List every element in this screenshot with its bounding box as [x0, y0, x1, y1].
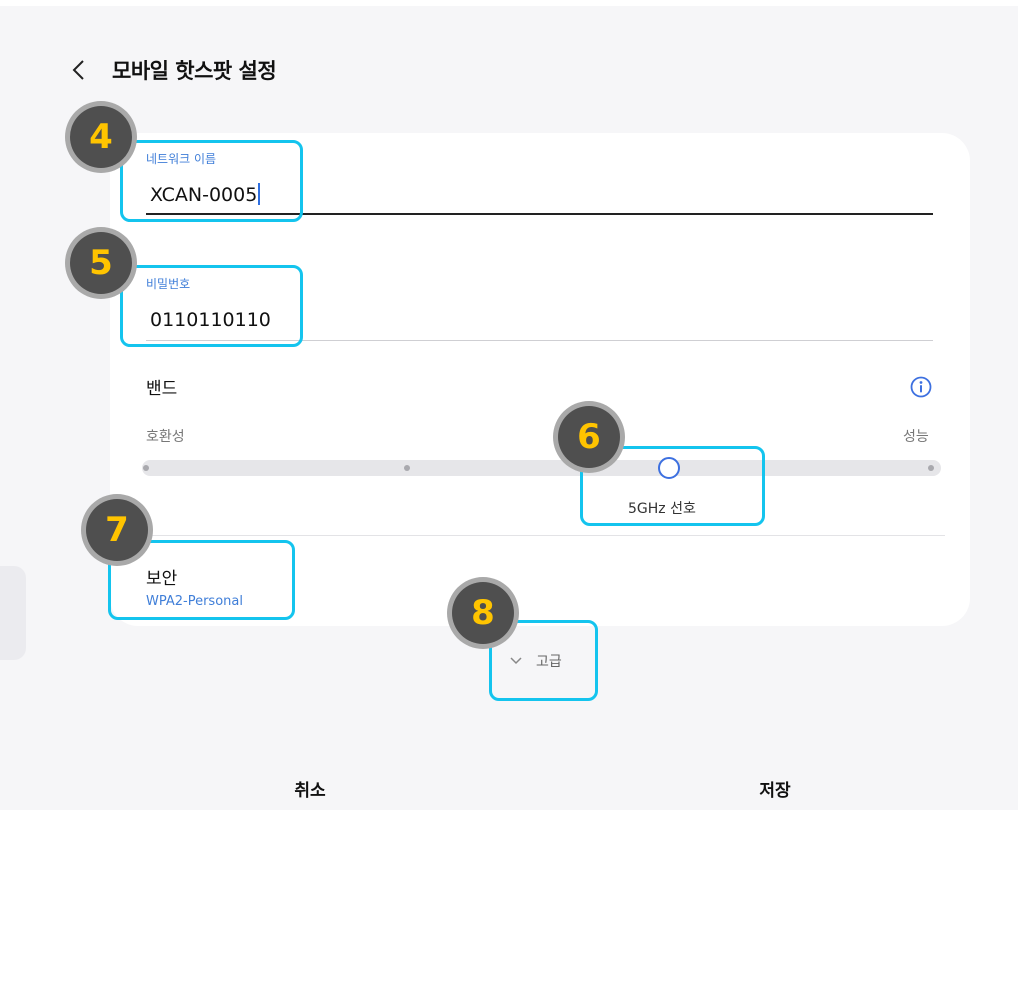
- page-title: 모바일 핫스팟 설정: [112, 59, 277, 83]
- divider: [110, 535, 945, 536]
- callout-badge: 5: [70, 232, 132, 294]
- callout-badge: 4: [70, 106, 132, 168]
- save-button[interactable]: 저장: [735, 770, 815, 806]
- callout-box-network-name: [120, 140, 303, 222]
- cancel-button[interactable]: 취소: [270, 770, 350, 806]
- slider-step-dot: [404, 465, 410, 471]
- back-arrow-icon[interactable]: [66, 56, 90, 84]
- band-max-label: 성능: [903, 429, 929, 445]
- callout-badge: 8: [452, 582, 514, 644]
- slider-step-dot: [143, 465, 149, 471]
- header: 모바일 핫스팟 설정: [66, 50, 277, 90]
- slider-step-dot: [928, 465, 934, 471]
- bottom-area: [0, 810, 1018, 981]
- band-title: 밴드: [146, 379, 178, 399]
- callout-badge: 6: [558, 406, 620, 468]
- band-min-label: 호환성: [146, 429, 185, 445]
- callout-badge: 7: [86, 499, 148, 561]
- band-slider-track[interactable]: [142, 460, 941, 476]
- side-panel-handle[interactable]: [0, 566, 26, 660]
- callout-box-password: [120, 265, 303, 347]
- top-strip: [0, 0, 1018, 6]
- info-icon[interactable]: [910, 376, 932, 398]
